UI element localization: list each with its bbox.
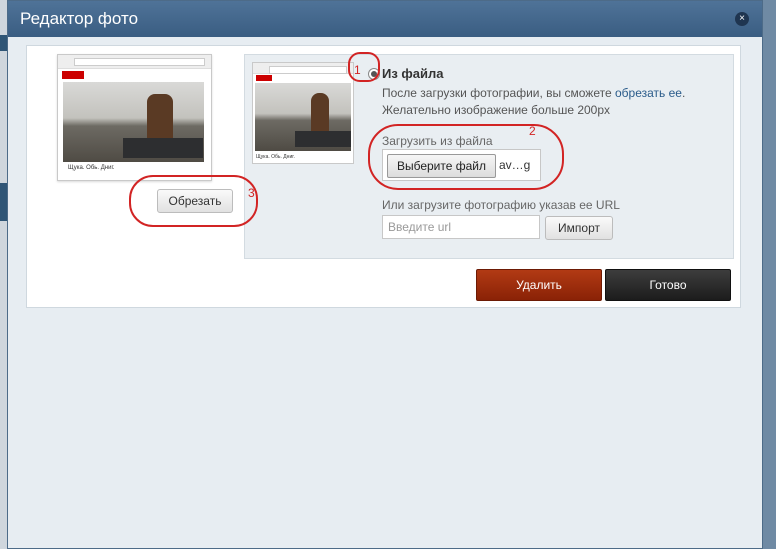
crop-link[interactable]: обрезать ее [615,86,682,100]
current-photo-preview: Щука. Обь. Дниг. [57,54,212,181]
youtube-logo [256,75,272,81]
thumbnail-image [255,83,351,151]
from-file-label: Из файла [382,66,444,81]
annotation-number-3: 3 [248,186,255,200]
size-hint: Желательно изображение больше 200px [382,103,611,117]
preview-caption: Щука. Обь. Дниг. [68,165,115,171]
thumbnail-caption: Щука. Обь. Дниг. [256,154,295,160]
photo-editor-dialog: Редактор фото × Щука. Обь. Дниг. Обрезат… [7,0,763,549]
close-icon[interactable]: × [735,12,749,26]
youtube-logo [62,71,84,79]
url-upload-label: Или загрузите фотографию указав ее URL [382,198,620,212]
file-thumbnail: Щука. Обь. Дниг. [252,62,354,164]
import-button[interactable]: Импорт [545,216,613,240]
annotation-number-2: 2 [529,124,536,138]
done-button[interactable]: Готово [605,269,731,301]
dialog-titlebar: Редактор фото × [8,1,762,37]
upload-description: После загрузки фотографии, вы сможете об… [382,86,685,100]
url-input[interactable]: Введите url [382,215,540,239]
photo-image [63,82,204,162]
annotation-circle-3 [129,175,258,227]
desc-text: После загрузки фотографии, вы сможете [382,86,615,100]
annotation-circle-1 [348,52,380,82]
annotation-number-1: 1 [354,63,361,77]
desc-period: . [681,86,686,100]
delete-button[interactable]: Удалить [476,269,602,301]
preview-browser-bar [58,55,211,69]
dialog-title: Редактор фото [20,9,139,28]
